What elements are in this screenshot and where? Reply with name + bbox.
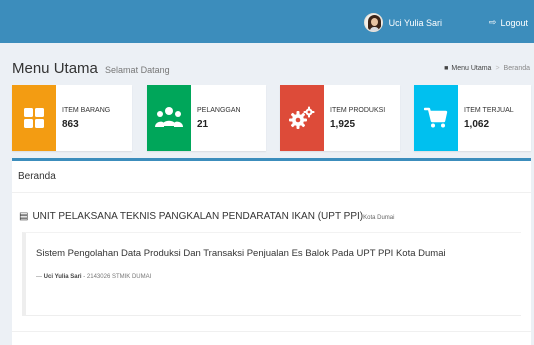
user-name: Uci Yulia Sari — [388, 17, 442, 28]
quote-footer: — Uci Yulia Sari - 2143026 STMIK DUMAI — [36, 274, 521, 280]
users-icon — [147, 85, 191, 151]
quote-dash: — — [36, 274, 44, 280]
document-icon: ▤ — [19, 211, 29, 222]
breadcrumb-link-menu-utama[interactable]: Menu Utama — [451, 65, 491, 72]
unit-title: UNIT PELAKSANA TEKNIS PANGKALAN PENDARAT… — [32, 211, 364, 222]
avatar — [363, 13, 383, 32]
divider — [12, 331, 531, 332]
cart-icon — [414, 85, 458, 151]
logout-button[interactable]: ⇨ Logout — [489, 17, 528, 28]
dashboard-icon: ■ — [444, 65, 449, 72]
page-title: Menu Utama Selamat Datang — [12, 60, 170, 77]
stat-label: ITEM PRODUKSI — [330, 107, 386, 114]
sign-out-icon: ⇨ — [488, 17, 497, 27]
top-navbar: Uci Yulia Sari ⇨ Logout — [0, 0, 534, 43]
breadcrumb: ■ Menu Utama > Beranda — [444, 65, 530, 72]
unit-heading: ▤ UNIT PELAKSANA TEKNIS PANGKALAN PENDAR… — [19, 211, 394, 222]
stat-value: 21 — [197, 119, 209, 130]
quote-text: Sistem Pengolahan Data Produksi Dan Tran… — [36, 248, 446, 259]
panel-title: Beranda — [12, 161, 531, 193]
blockquote: Sistem Pengolahan Data Produksi Dan Tran… — [22, 232, 521, 316]
gears-icon — [280, 85, 324, 151]
stat-box-item-barang[interactable]: ITEM BARANG 863 — [12, 85, 132, 151]
stat-label: PELANGGAN — [197, 107, 241, 114]
beranda-panel: Beranda ▤ UNIT PELAKSANA TEKNIS PANGKALA… — [12, 158, 531, 345]
stat-value: 1,925 — [330, 119, 356, 130]
stat-value: 1,062 — [464, 119, 490, 130]
stat-box-pelanggan[interactable]: PELANGGAN 21 — [147, 85, 266, 151]
grid-icon — [12, 85, 56, 151]
quote-author-info: - 2143026 STMIK DUMAI — [81, 274, 152, 280]
unit-suffix: Kota Dumai — [363, 215, 395, 221]
stat-label: ITEM TERJUAL — [464, 107, 514, 114]
stat-value: 863 — [62, 119, 79, 130]
stat-box-item-produksi[interactable]: ITEM PRODUKSI 1,925 — [280, 85, 400, 151]
user-menu[interactable]: Uci Yulia Sari — [363, 13, 442, 32]
stat-label: ITEM BARANG — [62, 107, 111, 114]
page-subtitle: Selamat Datang — [105, 65, 170, 75]
stat-box-item-terjual[interactable]: ITEM TERJUAL 1,062 — [414, 85, 531, 151]
breadcrumb-separator: > — [495, 65, 500, 72]
logout-label: Logout — [500, 17, 528, 28]
quote-author: Uci Yulia Sari — [43, 274, 82, 280]
page-title-text: Menu Utama — [12, 60, 98, 77]
breadcrumb-current: Beranda — [503, 65, 530, 72]
